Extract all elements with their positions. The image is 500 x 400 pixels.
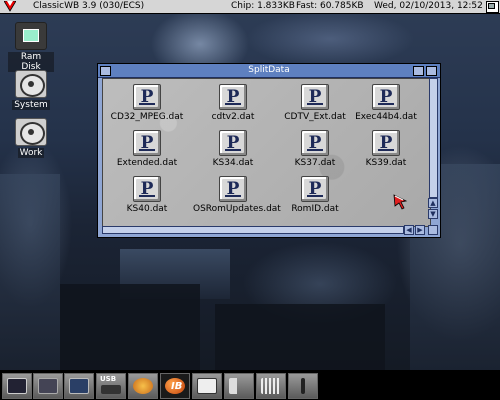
file-icon-ks34[interactable]: KS34.dat bbox=[193, 130, 273, 168]
speaker-icon bbox=[229, 378, 249, 394]
dock-video-button[interactable] bbox=[33, 373, 63, 399]
dock-joystick-button[interactable] bbox=[288, 373, 318, 399]
window-title: SplitData bbox=[248, 65, 290, 75]
screen-depth-gadget[interactable] bbox=[486, 1, 499, 13]
file-label: Exec44b4.dat bbox=[355, 112, 417, 122]
datatype-file-icon bbox=[219, 84, 247, 110]
workbench-title: ClassicWB 3.9 (030/ECS) bbox=[33, 1, 145, 11]
file-icon-ks40[interactable]: KS40.dat bbox=[107, 176, 187, 214]
vertical-scrollbar[interactable] bbox=[429, 78, 438, 198]
ramdisk-icon bbox=[15, 22, 47, 50]
file-label: cdtv2.dat bbox=[211, 112, 255, 122]
dock-usb-button[interactable]: USB bbox=[96, 373, 126, 399]
file-icon-exec44b4[interactable]: Exec44b4.dat bbox=[346, 84, 426, 122]
zoom-gadget-icon[interactable] bbox=[413, 66, 424, 76]
date-time: Wed, 02/10/2013, 12:52 bbox=[374, 1, 483, 11]
dock-screen-button[interactable] bbox=[64, 373, 94, 399]
size-gadget-icon[interactable] bbox=[428, 225, 438, 235]
video-icon bbox=[38, 378, 58, 394]
datatype-file-icon bbox=[372, 130, 400, 156]
chip-memory: Chip: 1.833KB bbox=[231, 1, 295, 11]
desktop-icon-label: Work bbox=[17, 148, 45, 158]
file-icon-cd32-mpeg[interactable]: CD32_MPEG.dat bbox=[107, 84, 187, 122]
file-label: KS37.dat bbox=[294, 158, 336, 168]
datatype-file-icon bbox=[133, 176, 161, 202]
datatype-file-icon bbox=[133, 130, 161, 156]
envelope-icon bbox=[197, 378, 217, 394]
scroll-left-arrow-icon[interactable]: ◀ bbox=[404, 225, 414, 235]
display-icon bbox=[7, 378, 27, 394]
sound-icon bbox=[261, 378, 281, 394]
desktop-icon-system[interactable]: System bbox=[8, 70, 54, 110]
mouse-pointer-icon bbox=[393, 194, 408, 210]
file-icon-cdtv-ext[interactable]: CDTV_Ext.dat bbox=[275, 84, 355, 122]
desktop-icon-label: Ram Disk bbox=[8, 52, 54, 72]
dock-beach-button[interactable] bbox=[128, 373, 158, 399]
wallpaper-building bbox=[215, 304, 385, 370]
amiga-logo-icon[interactable] bbox=[4, 1, 16, 12]
wallpaper-figure bbox=[0, 174, 60, 370]
scroll-down-arrow-icon[interactable]: ▼ bbox=[428, 209, 438, 219]
usb-icon bbox=[101, 385, 121, 394]
file-label: KS40.dat bbox=[126, 204, 168, 214]
file-icon-cdtv2[interactable]: cdtv2.dat bbox=[193, 84, 273, 122]
file-icon-osromupdates[interactable]: OSRomUpdates.dat bbox=[193, 176, 281, 214]
dock-display-button[interactable] bbox=[2, 373, 32, 399]
file-icon-ks37[interactable]: KS37.dat bbox=[275, 130, 355, 168]
splitdata-window[interactable]: SplitData CD32_MPEG.dat cdtv2.dat CDTV_E… bbox=[97, 63, 441, 238]
window-title-bar[interactable]: SplitData bbox=[98, 64, 440, 78]
dock-sound-button[interactable] bbox=[256, 373, 286, 399]
workbench-title-bar: ClassicWB 3.9 (030/ECS) Chip: 1.833KB Fa… bbox=[0, 0, 500, 14]
datatype-file-icon bbox=[301, 176, 329, 202]
screen-icon bbox=[69, 378, 89, 394]
harddisk-icon bbox=[15, 118, 47, 146]
file-label: CDTV_Ext.dat bbox=[284, 112, 346, 122]
desktop-icon-work[interactable]: Work bbox=[8, 118, 54, 158]
joystick-icon bbox=[301, 378, 305, 394]
file-label: KS34.dat bbox=[212, 158, 254, 168]
file-label: KS39.dat bbox=[365, 158, 407, 168]
horizontal-scrollbar[interactable] bbox=[102, 226, 404, 234]
dock-mail-button[interactable] bbox=[192, 373, 222, 399]
fast-memory: Fast: 60.785KB bbox=[296, 1, 364, 11]
dock-volume-button[interactable] bbox=[224, 373, 254, 399]
harddisk-icon bbox=[15, 70, 47, 98]
file-label: CD32_MPEG.dat bbox=[110, 112, 184, 122]
file-icon-extended[interactable]: Extended.dat bbox=[107, 130, 187, 168]
datatype-file-icon bbox=[219, 130, 247, 156]
file-icon-romid[interactable]: RomID.dat bbox=[275, 176, 355, 214]
datatype-file-icon bbox=[372, 84, 400, 110]
file-label: Extended.dat bbox=[116, 158, 178, 168]
dock-bar: USB IB bbox=[0, 370, 500, 400]
ibrowse-label: IB bbox=[171, 381, 183, 392]
desktop-icon-label: System bbox=[12, 100, 50, 110]
scroll-right-arrow-icon[interactable]: ▶ bbox=[415, 225, 425, 235]
datatype-file-icon bbox=[301, 130, 329, 156]
window-content: CD32_MPEG.dat cdtv2.dat CDTV_Ext.dat Exe… bbox=[102, 78, 431, 227]
scroll-up-arrow-icon[interactable]: ▲ bbox=[428, 198, 438, 208]
desktop-icon-ram-disk[interactable]: Ram Disk bbox=[8, 22, 54, 72]
datatype-file-icon bbox=[133, 84, 161, 110]
beach-icon bbox=[133, 378, 153, 394]
depth-gadget-icon[interactable] bbox=[426, 66, 437, 76]
datatype-file-icon bbox=[301, 84, 329, 110]
datatype-file-icon bbox=[219, 176, 247, 202]
wallpaper-building bbox=[60, 284, 200, 370]
file-icon-ks39[interactable]: KS39.dat bbox=[346, 130, 426, 168]
file-label: RomID.dat bbox=[291, 204, 339, 214]
scrollbar-knob[interactable] bbox=[103, 227, 403, 233]
scrollbar-knob[interactable] bbox=[430, 79, 437, 197]
usb-label: USB bbox=[100, 375, 117, 383]
dock-ibrowse-button[interactable]: IB bbox=[160, 373, 190, 399]
file-label: OSRomUpdates.dat bbox=[193, 204, 281, 214]
